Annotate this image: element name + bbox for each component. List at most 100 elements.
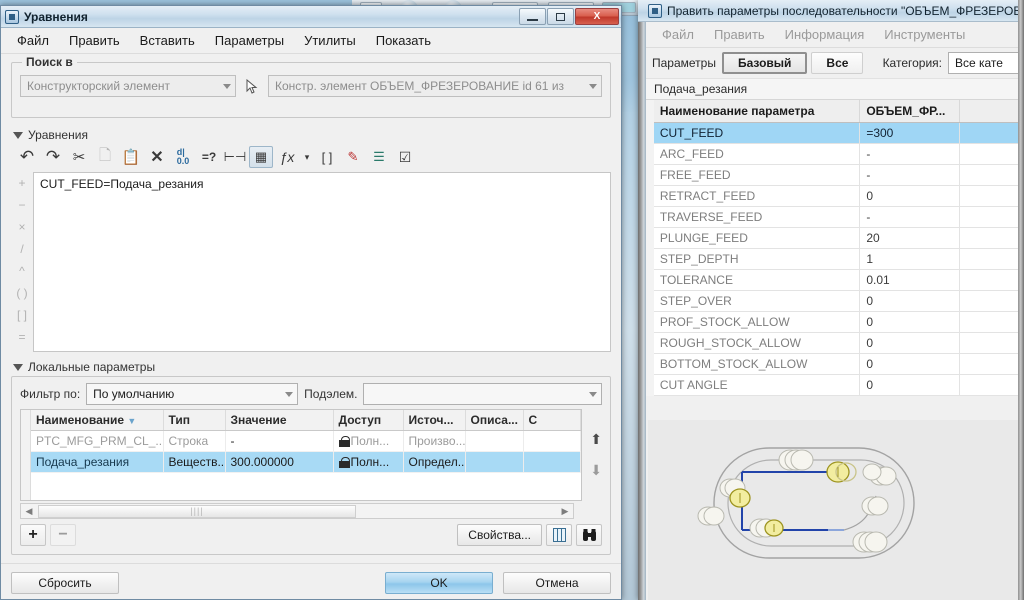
menu-parameters[interactable]: Параметры — [205, 30, 294, 51]
menu-info[interactable]: Информация — [775, 24, 875, 45]
menu-insert[interactable]: Вставить — [130, 30, 205, 51]
operator-parens[interactable]: ( ) — [16, 286, 27, 300]
check-icon[interactable]: ☑ — [393, 146, 417, 168]
scroll-right-icon[interactable]: ▶ — [557, 504, 573, 518]
sort-numeric-icon[interactable]: d| 0.0 — [171, 146, 195, 168]
toolpath-preview[interactable] — [648, 420, 1024, 600]
brackets-icon[interactable]: [ ] — [315, 146, 339, 168]
function-dropdown-icon[interactable]: ▾ — [301, 146, 313, 168]
column-value[interactable]: Значение — [225, 410, 334, 431]
scroll-thumb[interactable]: |||| — [38, 504, 356, 518]
reset-button[interactable]: Сбросить — [11, 572, 119, 594]
search-scope-combo[interactable]: Конструкторский элемент — [20, 75, 236, 97]
column-type[interactable]: Тип — [163, 410, 226, 431]
equation-text-editor[interactable]: CUT_FEED=Подача_резания — [33, 172, 611, 352]
layers-icon[interactable]: ☰ — [367, 146, 391, 168]
maximize-button[interactable] — [547, 8, 574, 25]
cell-type: Веществ... — [163, 451, 226, 473]
table-row[interactable]: STEP_DEPTH 1 — [653, 248, 1024, 270]
cell-name: PTC_MFG_PRM_CL_... — [31, 430, 164, 452]
column-sequence-value[interactable]: ОБЪЕМ_ФР... — [859, 100, 961, 123]
table-row[interactable]: TRAVERSE_FEED - — [653, 206, 1024, 228]
table-row[interactable]: ROUGH_STOCK_ALLOW 0 — [653, 332, 1024, 354]
units-icon[interactable]: ✎ — [341, 146, 365, 168]
menu-show[interactable]: Показать — [366, 30, 441, 51]
dimension-icon[interactable]: ⊢⊣ — [223, 146, 247, 168]
scroll-left-icon[interactable]: ◀ — [21, 504, 37, 518]
close-button[interactable]: X — [575, 8, 619, 25]
cancel-button[interactable]: Отмена — [503, 572, 611, 594]
parameter-value-cell: - — [859, 143, 961, 165]
column-source[interactable]: Источ... — [403, 410, 466, 431]
sequence-window-titlebar[interactable]: Править параметры последовательности "ОБ… — [638, 0, 1024, 22]
search-groupbox: Поиск в Конструкторский элемент Констр. … — [11, 55, 611, 118]
subitem-combo[interactable] — [363, 383, 602, 405]
copy-icon[interactable]: 🗋 — [93, 146, 117, 168]
select-object-button[interactable] — [240, 75, 264, 97]
search-target-combo[interactable]: Констр. элемент ОБЪЕМ_ФРЕЗЕРОВАНИЕ id 61… — [268, 75, 602, 97]
parameter-name-cell: TRAVERSE_FEED — [653, 206, 861, 228]
column-access[interactable]: Доступ — [333, 410, 404, 431]
operator-multiply[interactable]: × — [18, 220, 25, 234]
local-params-header[interactable]: Локальные параметры — [13, 360, 611, 374]
column-name[interactable]: Наименование ▼ — [31, 410, 164, 431]
menu-edit[interactable]: Править — [59, 30, 130, 51]
menu-file[interactable]: Файл — [7, 30, 59, 51]
tab-basic[interactable]: Базовый — [721, 52, 808, 74]
undo-icon[interactable]: ↶ — [15, 146, 39, 168]
arrow-up-icon[interactable]: ⬆ — [590, 431, 602, 448]
operator-minus[interactable]: − — [18, 198, 25, 212]
horizontal-scrollbar[interactable]: ◀ |||| ▶ — [20, 503, 574, 519]
parameter-name-cell: PLUNGE_FEED — [653, 227, 861, 249]
table-row[interactable]: ARC_FEED - — [653, 143, 1024, 165]
menu-utilities[interactable]: Утилиты — [294, 30, 366, 51]
operator-brackets[interactable]: [ ] — [17, 308, 27, 322]
window-vertical-scrollbar[interactable] — [1018, 0, 1024, 600]
verify-equals-icon[interactable]: =? — [197, 146, 221, 168]
cut-icon[interactable]: ✂ — [67, 146, 91, 168]
redo-icon[interactable]: ↷ — [41, 146, 65, 168]
paste-icon[interactable]: 📋 — [119, 146, 143, 168]
minimize-button[interactable] — [519, 8, 546, 25]
table-row[interactable]: PROF_STOCK_ALLOW 0 — [653, 311, 1024, 333]
operator-plus[interactable]: + — [18, 176, 25, 190]
table-row[interactable]: Подача_резания Веществ... 300.000000 Полн..… — [31, 451, 582, 473]
column-description[interactable]: Описа... — [465, 410, 524, 431]
add-parameter-button[interactable]: + — [20, 524, 46, 546]
operator-equals[interactable]: = — [18, 330, 25, 344]
delete-icon[interactable]: ✕ — [145, 146, 169, 168]
column-parameter-name[interactable]: Наименование параметра — [653, 100, 861, 123]
find-button[interactable] — [576, 524, 602, 546]
filter-combo[interactable]: По умолчанию — [86, 383, 299, 405]
parameter-value-cell: 0 — [859, 353, 961, 375]
table-row[interactable]: FREE_FEED - — [653, 164, 1024, 186]
chevron-down-icon — [223, 84, 231, 89]
operator-divide[interactable]: / — [20, 242, 23, 256]
switch-dimension-icon[interactable]: ▦ — [249, 146, 273, 168]
operator-power[interactable]: ^ — [19, 264, 25, 278]
category-combo[interactable]: Все кате — [948, 52, 1018, 74]
table-row[interactable]: BOTTOM_STOCK_ALLOW 0 — [653, 353, 1024, 375]
ok-button[interactable]: OK — [385, 572, 493, 594]
table-row[interactable]: CUT_FEED =300 — [653, 122, 1024, 144]
table-row[interactable]: RETRACT_FEED 0 — [653, 185, 1024, 207]
column-extra[interactable]: С — [523, 410, 582, 431]
arrow-down-icon[interactable]: ⬇ — [590, 462, 602, 479]
parameter-spacer-cell — [959, 122, 1024, 144]
properties-button[interactable]: Свойства... — [457, 524, 542, 546]
menu-edit[interactable]: Править — [704, 24, 775, 45]
table-row[interactable]: PTC_MFG_PRM_CL_... Строка - Полн... Произво.… — [31, 430, 582, 452]
table-row[interactable]: TOLERANCE 0.01 — [653, 269, 1024, 291]
menu-file[interactable]: Файл — [652, 24, 704, 45]
remove-parameter-button[interactable]: − — [50, 524, 76, 546]
table-row[interactable]: PLUNGE_FEED 20 — [653, 227, 1024, 249]
table-row[interactable]: CUT ANGLE 0 — [653, 374, 1024, 396]
columns-button[interactable] — [546, 524, 572, 546]
equations-section-header[interactable]: Уравнения — [13, 128, 611, 142]
equations-titlebar[interactable]: Уравнения X — [1, 6, 621, 28]
parameter-name-cell: CUT_FEED — [653, 122, 861, 144]
tab-all[interactable]: Все — [811, 52, 864, 74]
menu-tools[interactable]: Инструменты — [874, 24, 975, 45]
table-row[interactable]: STEP_OVER 0 — [653, 290, 1024, 312]
function-icon[interactable]: ƒx — [275, 146, 299, 168]
